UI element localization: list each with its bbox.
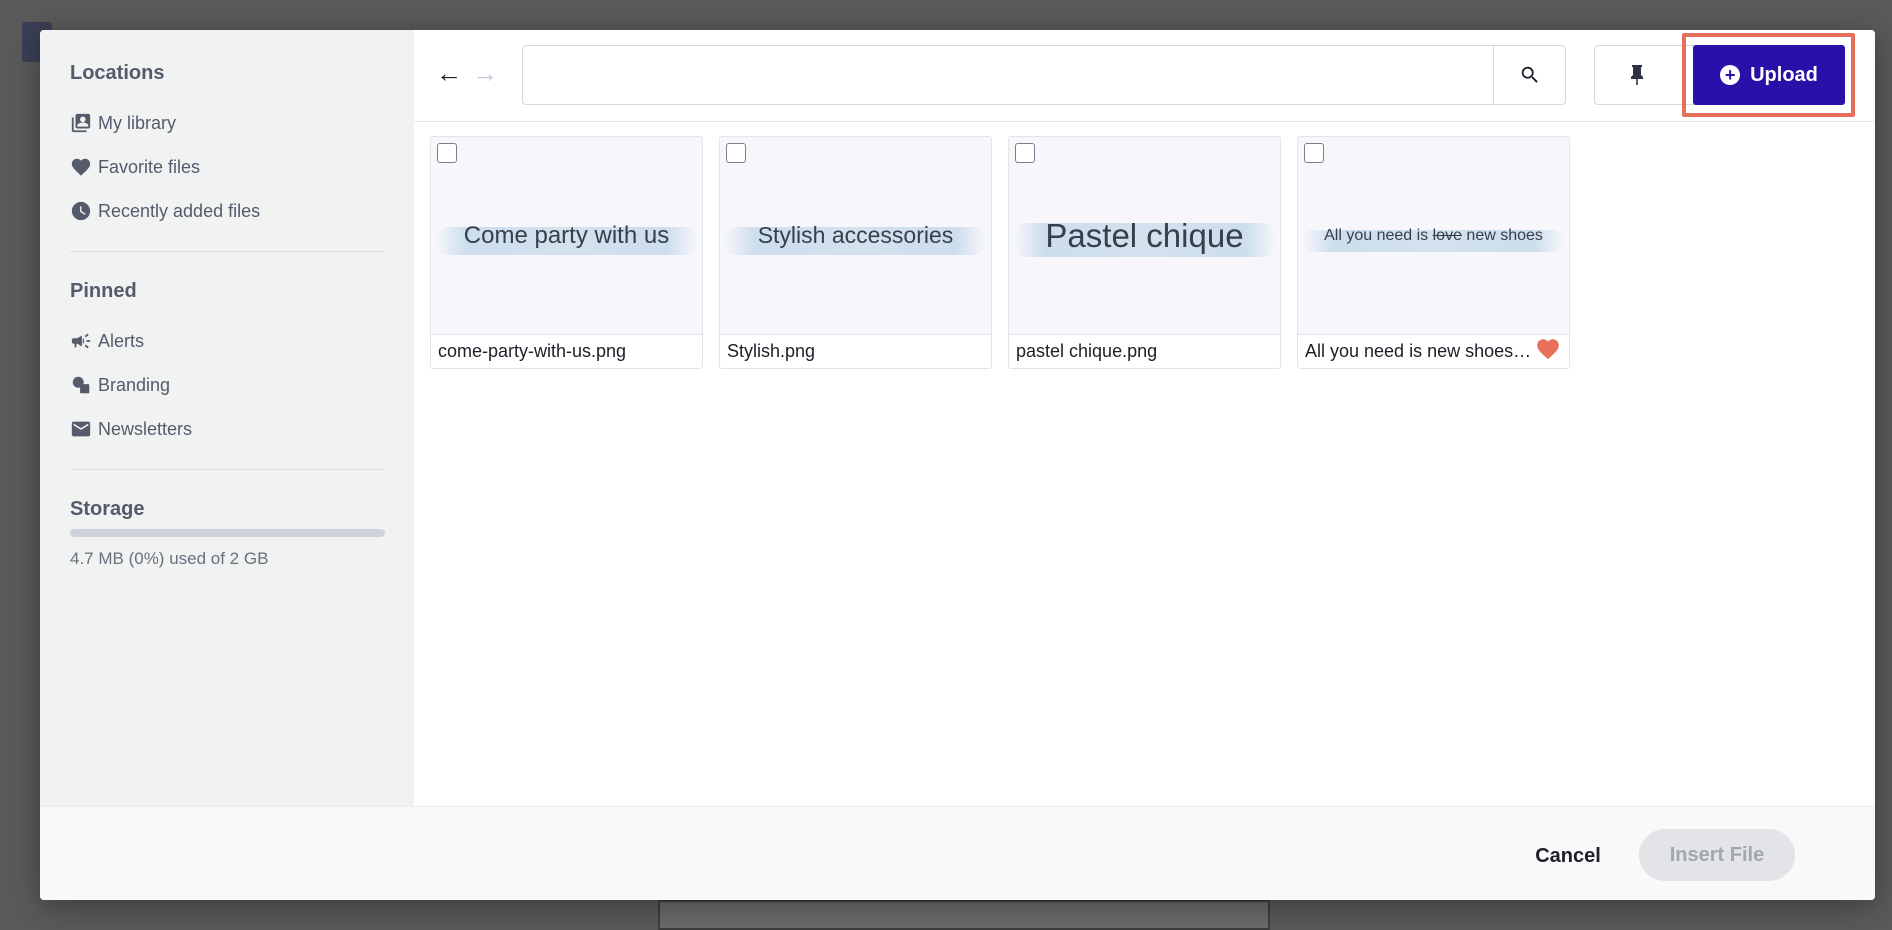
- thumbnail-text: Stylish accessories: [757, 222, 954, 248]
- search-input[interactable]: [522, 45, 1494, 105]
- megaphone-icon: [70, 330, 92, 352]
- upload-button[interactable]: + Upload: [1693, 45, 1845, 105]
- thumbnail-text: All you need is love new shoes: [1324, 227, 1543, 245]
- locations-heading: Locations: [70, 62, 165, 84]
- file-picker-modal: Locations My library Favorite files Rece…: [40, 30, 1875, 900]
- file-name-text: All you need is new shoes.png: [1305, 341, 1534, 361]
- shapes-icon: [70, 374, 92, 396]
- pinned-heading: Pinned: [70, 280, 137, 302]
- sidebar-item-label: Alerts: [98, 330, 145, 351]
- file-thumbnail: Come party with us: [431, 137, 702, 334]
- sidebar-item-label: Newsletters: [98, 418, 193, 439]
- search-icon: [1519, 64, 1541, 86]
- thumbnail-text: Pastel chique: [1045, 216, 1244, 254]
- mail-icon: [70, 418, 92, 440]
- file-name-text: come-party-with-us.png: [438, 341, 627, 361]
- sidebar-divider: [70, 469, 384, 470]
- file-card[interactable]: Come party with us come-party-with-us.pn…: [430, 136, 703, 369]
- heart-icon: [70, 156, 92, 178]
- search-button[interactable]: [1493, 45, 1566, 105]
- library-icon: [70, 112, 92, 134]
- storage-text: 4.7 MB (0%) used of 2 GB: [70, 549, 269, 568]
- modal-footer: Cancel Insert File: [40, 806, 1875, 900]
- clock-icon: [70, 200, 92, 222]
- sidebar-item-label: Recently added files: [98, 200, 261, 221]
- file-name: come-party-with-us.png: [431, 334, 702, 368]
- storage-heading: Storage: [70, 498, 145, 520]
- file-name: pastel chique.png: [1009, 334, 1280, 368]
- thumbnail-text-strike: love: [1432, 226, 1462, 244]
- insert-file-button[interactable]: Insert File: [1639, 829, 1795, 881]
- file-card[interactable]: Pastel chique pastel chique.png: [1008, 136, 1281, 369]
- back-button[interactable]: ←: [436, 58, 462, 89]
- file-name-text: pastel chique.png: [1016, 341, 1158, 361]
- file-thumbnail: All you need is love new shoes: [1298, 137, 1569, 334]
- file-select-checkbox[interactable]: [437, 143, 457, 163]
- sidebar: Locations My library Favorite files Rece…: [40, 30, 414, 806]
- sidebar-item-alerts[interactable]: Alerts: [70, 319, 384, 363]
- file-select-checkbox[interactable]: [726, 143, 746, 163]
- cancel-button[interactable]: Cancel: [1518, 831, 1618, 881]
- file-card[interactable]: Stylish accessories Stylish.png: [719, 136, 992, 369]
- toolbar: ← → + Upload: [414, 30, 1875, 122]
- file-name: Stylish.png: [720, 334, 991, 368]
- file-browser: ← → + Upload Come party with us come-par…: [414, 30, 1875, 806]
- file-card[interactable]: All you need is love new shoes All you n…: [1297, 136, 1570, 369]
- file-thumbnail: Stylish accessories: [720, 137, 991, 334]
- forward-button[interactable]: →: [472, 58, 498, 89]
- pin-button[interactable]: [1594, 45, 1679, 105]
- sidebar-item-my-library[interactable]: My library: [70, 101, 384, 145]
- background-panel: [658, 900, 1270, 930]
- sidebar-item-newsletters[interactable]: Newsletters: [70, 407, 384, 451]
- file-select-checkbox[interactable]: [1304, 143, 1324, 163]
- sidebar-item-label: Branding: [98, 374, 171, 395]
- sidebar-divider: [70, 251, 384, 252]
- pin-icon: [1625, 63, 1649, 87]
- thumbnail-text: Come party with us: [463, 221, 670, 249]
- thumbnail-text-post: new shoes: [1461, 226, 1543, 244]
- storage-progress-bar: [70, 529, 385, 537]
- upload-label: Upload: [1750, 63, 1818, 86]
- file-grid: Come party with us come-party-with-us.pn…: [430, 136, 1570, 369]
- thumbnail-text-pre: All you need is: [1324, 226, 1433, 244]
- sidebar-item-recently-added[interactable]: Recently added files: [70, 189, 384, 233]
- sidebar-item-favorite-files[interactable]: Favorite files: [70, 145, 384, 189]
- favorite-heart-icon[interactable]: [1534, 336, 1562, 367]
- sidebar-item-label: My library: [98, 112, 177, 133]
- file-select-checkbox[interactable]: [1015, 143, 1035, 163]
- file-name-text: Stylish.png: [727, 341, 816, 361]
- sidebar-item-label: Favorite files: [98, 156, 201, 177]
- file-name: All you need is new shoes.png: [1298, 334, 1569, 368]
- plus-circle-icon: +: [1720, 65, 1741, 85]
- file-thumbnail: Pastel chique: [1009, 137, 1280, 334]
- sidebar-item-branding[interactable]: Branding: [70, 363, 384, 407]
